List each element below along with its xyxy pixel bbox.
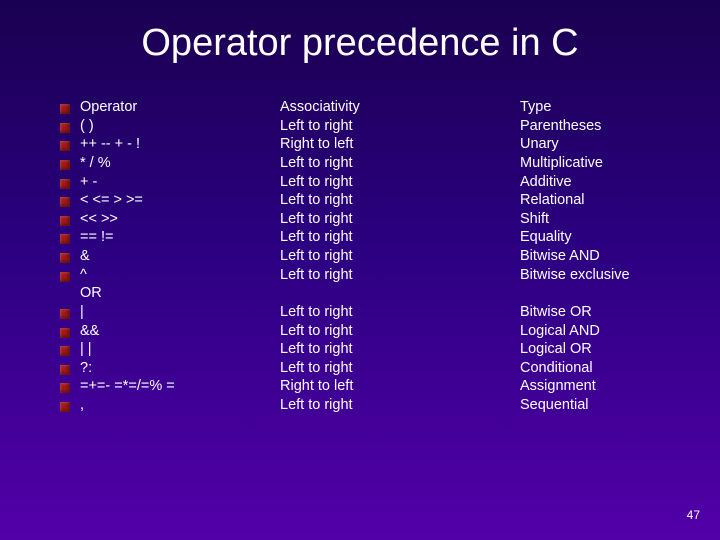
table-row: << >>Left to rightShift	[60, 210, 690, 228]
table-row: |Left to rightBitwise OR	[60, 303, 690, 321]
bullet-icon	[60, 104, 70, 114]
cell-associativity: Left to right	[280, 322, 520, 340]
cell-type: Bitwise AND	[520, 247, 690, 265]
cell-operator: << >>	[80, 210, 280, 228]
cell-type: Assignment	[520, 377, 690, 395]
cell-type	[520, 284, 690, 302]
cell-operator: &&	[80, 322, 280, 340]
table-row: * / %Left to rightMultiplicative	[60, 154, 690, 172]
bullet-icon	[60, 179, 70, 189]
table-row: | |Left to rightLogical OR	[60, 340, 690, 358]
slide: Operator precedence in C Operator Associ…	[0, 0, 720, 540]
bullet-icon	[60, 383, 70, 393]
slide-title: Operator precedence in C	[0, 22, 720, 65]
cell-type: Parentheses	[520, 117, 690, 135]
cell-associativity: Left to right	[280, 359, 520, 377]
cell-type: Logical OR	[520, 340, 690, 358]
cell-associativity: Left to right	[280, 266, 520, 284]
bullet-icon	[60, 402, 70, 412]
cell-associativity: Left to right	[280, 247, 520, 265]
cell-associativity: Right to left	[280, 135, 520, 153]
table-row: ?:Left to rightConditional	[60, 359, 690, 377]
cell-operator: == !=	[80, 228, 280, 246]
bullet-icon	[60, 216, 70, 226]
page-number: 47	[687, 508, 700, 522]
content-area: Operator Associativity Type ( )Left to r…	[60, 98, 690, 415]
bullet-icon	[60, 365, 70, 375]
bullet-icon	[60, 272, 70, 282]
cell-type: Multiplicative	[520, 154, 690, 172]
cell-type: Bitwise OR	[520, 303, 690, 321]
cell-associativity: Left to right	[280, 228, 520, 246]
cell-operator: |	[80, 303, 280, 321]
table-row: ,Left to rightSequential	[60, 396, 690, 414]
cell-associativity: Left to right	[280, 154, 520, 172]
table-row: &Left to rightBitwise AND	[60, 247, 690, 265]
bullet-icon	[60, 197, 70, 207]
table-row: + -Left to rightAdditive	[60, 173, 690, 191]
cell-type: Additive	[520, 173, 690, 191]
bullet-icon	[60, 141, 70, 151]
cell-type: Conditional	[520, 359, 690, 377]
cell-type: Equality	[520, 228, 690, 246]
cell-type: Shift	[520, 210, 690, 228]
cell-associativity: Left to right	[280, 210, 520, 228]
table-row: =+=- =*=/=% =Right to leftAssignment	[60, 377, 690, 395]
cell-associativity: Left to right	[280, 303, 520, 321]
header-row: Operator Associativity Type	[60, 98, 690, 116]
rows-container: ( )Left to rightParentheses++ -- + - !Ri…	[60, 117, 690, 415]
bullet-icon	[60, 309, 70, 319]
table-row: OR	[60, 284, 690, 302]
cell-type: Logical AND	[520, 322, 690, 340]
bullet-icon	[60, 234, 70, 244]
cell-operator: ?:	[80, 359, 280, 377]
bullet-icon	[60, 160, 70, 170]
cell-operator: ( )	[80, 117, 280, 135]
cell-operator: OR	[80, 284, 280, 302]
cell-type: Unary	[520, 135, 690, 153]
cell-type: Relational	[520, 191, 690, 209]
cell-operator: | |	[80, 340, 280, 358]
cell-operator: * / %	[80, 154, 280, 172]
header-type: Type	[520, 98, 690, 116]
table-row: ++ -- + - !Right to leftUnary	[60, 135, 690, 153]
cell-type: Bitwise exclusive	[520, 266, 690, 284]
cell-operator: < <= > >=	[80, 191, 280, 209]
cell-operator: ,	[80, 396, 280, 414]
cell-associativity: Left to right	[280, 340, 520, 358]
table-row: ^Left to rightBitwise exclusive	[60, 266, 690, 284]
cell-operator: =+=- =*=/=% =	[80, 377, 280, 395]
cell-operator: ^	[80, 266, 280, 284]
header-operator: Operator	[80, 98, 280, 116]
table-row: ( )Left to rightParentheses	[60, 117, 690, 135]
cell-associativity: Left to right	[280, 173, 520, 191]
header-associativity: Associativity	[280, 98, 520, 116]
bullet-icon	[60, 123, 70, 133]
table-row: < <= > >=Left to rightRelational	[60, 191, 690, 209]
cell-operator: + -	[80, 173, 280, 191]
cell-associativity: Left to right	[280, 396, 520, 414]
table-row: &&Left to rightLogical AND	[60, 322, 690, 340]
bullet-icon	[60, 346, 70, 356]
cell-type: Sequential	[520, 396, 690, 414]
bullet-icon	[60, 253, 70, 263]
table-row: == !=Left to rightEquality	[60, 228, 690, 246]
cell-associativity: Left to right	[280, 117, 520, 135]
cell-associativity: Right to left	[280, 377, 520, 395]
bullet-icon	[60, 328, 70, 338]
cell-associativity	[280, 284, 520, 302]
cell-associativity: Left to right	[280, 191, 520, 209]
cell-operator: ++ -- + - !	[80, 135, 280, 153]
cell-operator: &	[80, 247, 280, 265]
